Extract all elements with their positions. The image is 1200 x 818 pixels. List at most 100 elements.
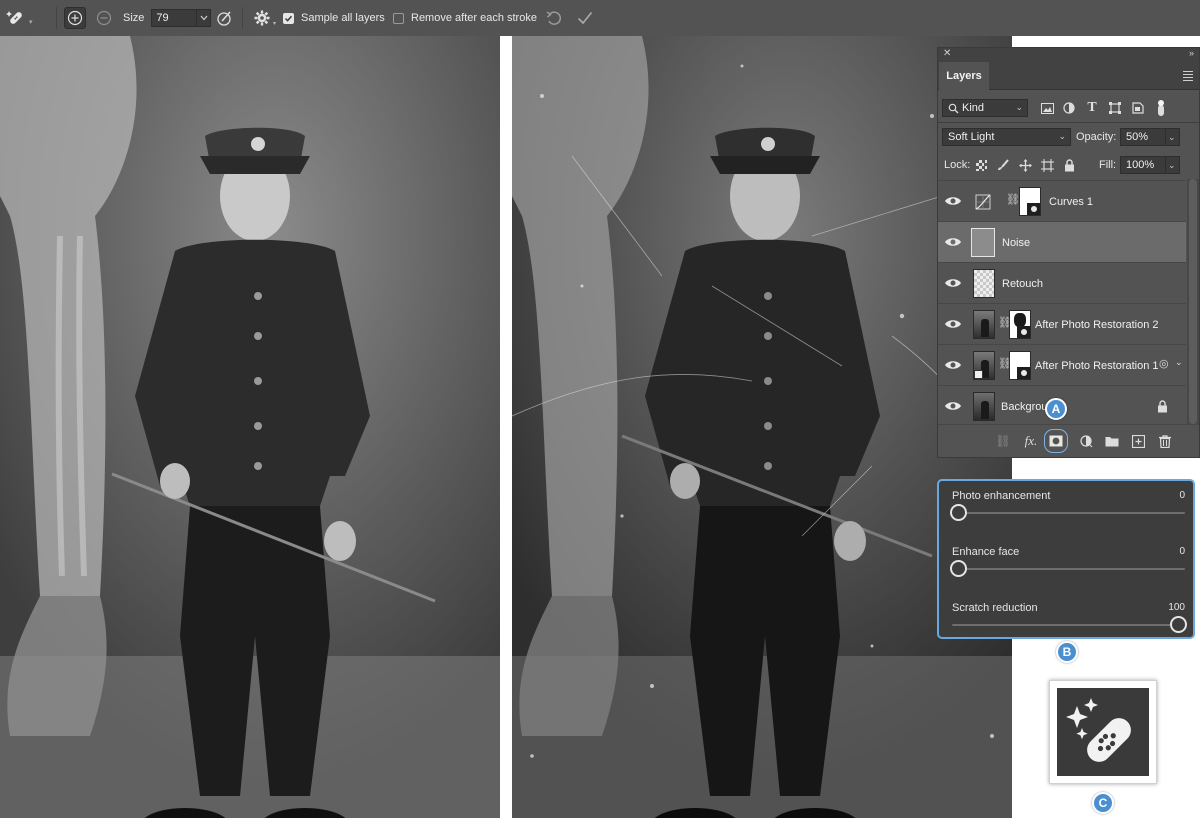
panel-titlebar: ✕ » xyxy=(938,48,1199,62)
opacity-dropdown[interactable]: ⌄ xyxy=(1165,128,1180,146)
close-panel-icon[interactable]: ✕ xyxy=(943,48,951,59)
slider-track[interactable] xyxy=(952,568,1185,570)
chevron-down-icon[interactable]: ⌄ xyxy=(1175,357,1183,368)
new-layer-button[interactable] xyxy=(1129,432,1147,450)
link-icon: ⛓ xyxy=(995,434,1011,448)
type-filter-icon[interactable]: T xyxy=(1084,99,1100,117)
undo-stroke-button[interactable] xyxy=(543,7,565,29)
blend-opacity-row: Soft Light ⌄ Opacity: 50% ⌄ xyxy=(938,123,1199,151)
layers-scrollbar[interactable] xyxy=(1187,179,1199,424)
lock-label: Lock: xyxy=(944,159,971,171)
chevron-down-icon: ▾ xyxy=(273,20,277,27)
layer-name: After Photo Restoration 2 xyxy=(1035,318,1159,331)
collapse-panel-icon[interactable]: » xyxy=(1189,48,1194,58)
fill-input[interactable]: 100% xyxy=(1120,156,1166,174)
visibility-eye-icon[interactable] xyxy=(944,193,962,209)
layer-row-retouch[interactable]: Retouch xyxy=(938,262,1186,303)
smart-filters-icon[interactable]: ◎ xyxy=(1159,357,1169,370)
slider-knob[interactable] xyxy=(1170,616,1187,633)
layer-name: Noise xyxy=(1002,236,1031,249)
pressure-size-button[interactable] xyxy=(213,7,235,29)
chevron-down-icon: ⌄ xyxy=(1015,102,1023,112)
scrollbar-thumb[interactable] xyxy=(1189,179,1197,424)
layer-thumbnail xyxy=(973,351,995,380)
add-mask-button[interactable] xyxy=(1044,429,1068,453)
layer-name: After Photo Restoration 1 xyxy=(1035,359,1159,372)
delete-layer-button[interactable] xyxy=(1156,432,1174,450)
lock-artboard-icon[interactable] xyxy=(1040,157,1054,173)
visibility-eye-icon[interactable] xyxy=(944,357,962,373)
tool-preset-picker[interactable]: ▾ xyxy=(6,0,40,36)
remove-after-stroke-checkbox[interactable] xyxy=(393,12,404,24)
slider-label: Scratch reduction xyxy=(952,602,1038,614)
add-to-brush-icon xyxy=(67,10,83,26)
visibility-eye-icon[interactable] xyxy=(944,316,962,332)
layer-mask-thumbnail xyxy=(1019,187,1041,216)
blend-mode-value: Soft Light xyxy=(948,131,995,143)
commit-button[interactable] xyxy=(574,7,596,29)
spot-healing-brush-icon xyxy=(6,11,22,24)
chevron-down-icon xyxy=(200,15,208,21)
sample-all-layers-checkbox[interactable] xyxy=(283,12,294,24)
new-layer-icon xyxy=(1131,434,1145,448)
neural-filters-icon-frame xyxy=(1049,680,1157,784)
size-dropdown[interactable] xyxy=(197,9,212,27)
toolbar-divider xyxy=(56,7,57,29)
layer-row-after-restoration-1[interactable]: ⛓ After Photo Restoration 1 ◎ ⌄ xyxy=(938,344,1186,385)
lock-all-icon[interactable] xyxy=(1062,157,1076,173)
slider-label: Photo enhancement xyxy=(952,490,1051,502)
slider-knob[interactable] xyxy=(950,560,967,577)
new-adjustment-layer-button[interactable] xyxy=(1077,432,1095,450)
layer-row-noise[interactable]: Noise xyxy=(938,221,1186,262)
slider-knob[interactable] xyxy=(950,504,967,521)
options-bar: ▾ Size ▾ xyxy=(0,0,1200,36)
settings-button[interactable] xyxy=(251,7,273,29)
link-layers-button[interactable]: ⛓ xyxy=(994,432,1012,450)
fill-dropdown[interactable]: ⌄ xyxy=(1165,156,1180,174)
slider-value: 0 xyxy=(1179,546,1185,557)
panel-menu-icon[interactable] xyxy=(1183,71,1193,83)
remove-after-stroke-label: Remove after each stroke xyxy=(411,12,537,24)
filter-toggle-icon[interactable] xyxy=(1155,98,1167,118)
filter-kind-select[interactable]: Kind ⌄ xyxy=(942,99,1028,117)
layer-filter-row: Kind ⌄ T xyxy=(938,94,1199,122)
lock-transparency-icon[interactable] xyxy=(974,157,988,173)
lock-image-pixels-icon[interactable] xyxy=(996,157,1010,173)
adjustment-filter-icon[interactable] xyxy=(1061,99,1077,117)
visibility-eye-icon[interactable] xyxy=(944,234,962,250)
visibility-eye-icon[interactable] xyxy=(944,398,962,414)
add-to-brush-button[interactable] xyxy=(64,7,86,29)
size-input[interactable] xyxy=(151,9,198,27)
tab-layers[interactable]: Layers xyxy=(939,62,989,90)
soldier-portrait-image xyxy=(0,36,500,818)
slider-value: 0 xyxy=(1179,490,1185,501)
slider-label: Enhance face xyxy=(952,546,1020,558)
panel-tab-row: Layers xyxy=(938,62,1199,90)
slider-track[interactable] xyxy=(952,624,1185,626)
opacity-input[interactable]: 50% xyxy=(1120,128,1166,146)
layer-row-after-restoration-2[interactable]: ⛓ After Photo Restoration 2 xyxy=(938,303,1186,344)
opacity-value: 50% xyxy=(1126,131,1149,143)
shape-filter-icon[interactable] xyxy=(1107,99,1123,117)
chain-link-icon[interactable]: ⛓ xyxy=(1006,193,1020,206)
remove-after-stroke-option[interactable]: Remove after each stroke xyxy=(393,0,537,36)
layer-mask-thumbnail xyxy=(1009,310,1031,339)
lock-position-icon[interactable] xyxy=(1018,157,1032,173)
layer-lock-icon[interactable] xyxy=(1157,400,1168,413)
layer-style-button[interactable]: fx. xyxy=(1022,432,1040,450)
chevron-down-icon: ▾ xyxy=(29,19,33,26)
callout-b-badge: B xyxy=(1056,641,1078,663)
settings-gear-icon xyxy=(254,10,270,26)
new-group-button[interactable] xyxy=(1103,432,1121,450)
pixel-filter-icon[interactable] xyxy=(1039,99,1055,117)
sample-all-layers-option[interactable]: Sample all layers xyxy=(283,0,385,36)
layers-panel-footer: ⛓ fx. xyxy=(938,424,1199,457)
slider-track[interactable] xyxy=(952,512,1185,514)
layer-row-curves[interactable]: ⛓ Curves 1 xyxy=(938,180,1186,221)
layers-panel: ✕ » Layers Kind ⌄ T Soft Light ⌄ Opacity… xyxy=(937,47,1200,458)
subtract-from-brush-button[interactable] xyxy=(93,7,115,29)
add-mask-icon xyxy=(1049,435,1063,447)
visibility-eye-icon[interactable] xyxy=(944,275,962,291)
blend-mode-select[interactable]: Soft Light ⌄ xyxy=(942,128,1071,146)
smart-object-filter-icon[interactable] xyxy=(1130,99,1146,117)
